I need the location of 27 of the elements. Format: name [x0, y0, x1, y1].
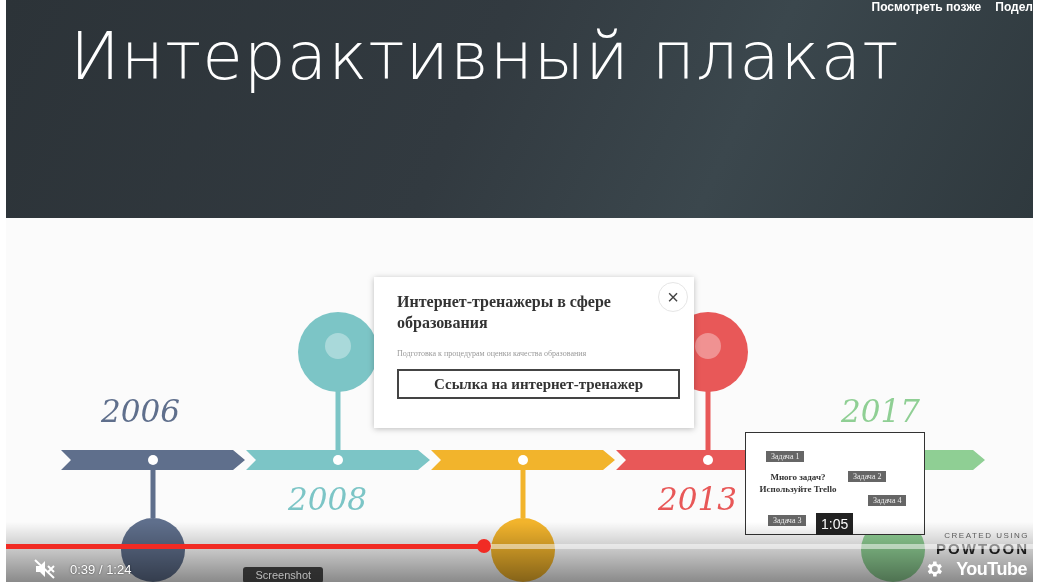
link-button[interactable]: Ссылка на интернет-тренажер [397, 369, 680, 399]
timeline-dot [333, 455, 343, 465]
top-action-link[interactable]: Посмотреть позже [871, 0, 982, 14]
year-label: 2017 [841, 393, 920, 429]
popup-subtitle: Подготовка к процедурам оценки качества образования [397, 349, 588, 358]
task-label: Задача 4 [868, 495, 907, 506]
progress-handle[interactable] [476, 539, 491, 553]
year-label: 2013 [658, 481, 737, 517]
popup-title: Интернет-тренажеры в сфере образования [397, 292, 612, 333]
tooltip: Screenshot [243, 567, 324, 582]
timeline-dot [703, 455, 713, 465]
brand-logo: POWTOON [936, 540, 1029, 557]
top-action-link[interactable]: Подел [995, 0, 1033, 14]
task-label: Задача 2 [848, 471, 887, 482]
slide-title: Интерактивный плакат [70, 18, 900, 95]
task-label: Задача 3 [768, 515, 807, 526]
task-label: Задача 1 [766, 451, 805, 462]
year-label: 2006 [101, 393, 180, 429]
timeline-dot [518, 455, 528, 465]
preview-time: 1:05 [816, 513, 854, 535]
progress-track[interactable] [6, 539, 1033, 553]
year-label: 2008 [288, 481, 367, 517]
timeline-dot [148, 455, 158, 465]
close-button[interactable]: × [658, 282, 688, 312]
muted-speaker-icon[interactable] [34, 559, 56, 579]
brand-caption: CREATED USING [944, 531, 1029, 540]
preview-heading: Много задач? Используйте Trello [758, 471, 838, 495]
